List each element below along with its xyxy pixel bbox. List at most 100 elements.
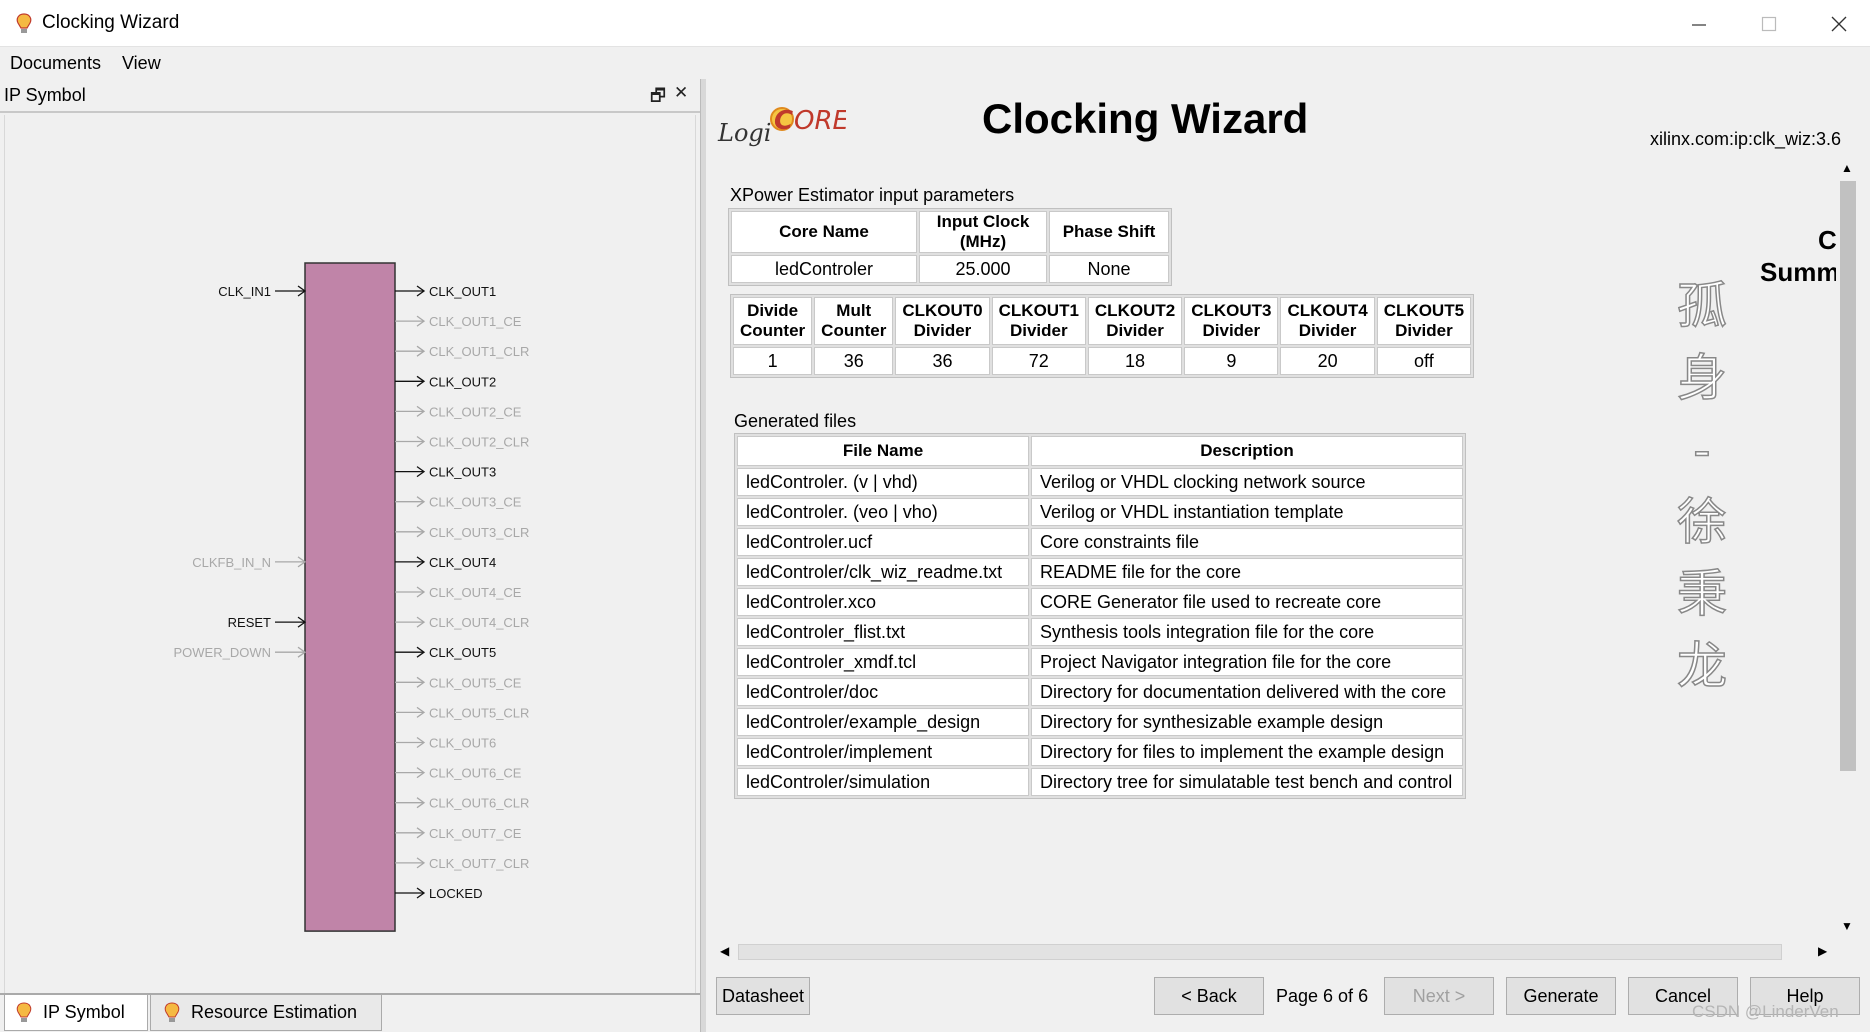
scroll-thumb[interactable] — [1840, 181, 1856, 771]
horizontal-scrollbar[interactable]: ◀ ▶ — [716, 941, 1834, 963]
menu-bar: Documents View — [0, 47, 1870, 79]
table-cell: 1 — [733, 347, 813, 375]
vertical-char: - — [1693, 420, 1711, 480]
file-name-cell: ledControler_xmdf.tcl — [737, 648, 1029, 676]
page-title: Clocking Wizard — [982, 95, 1309, 142]
output-pin-label: CLK_OUT3_CLR — [429, 525, 529, 540]
minimize-button[interactable] — [1664, 0, 1734, 47]
back-button[interactable]: < Back — [1154, 977, 1264, 1015]
table-cell: 9 — [1184, 347, 1279, 375]
scroll-left-arrow-icon[interactable]: ◀ — [720, 944, 729, 958]
scroll-right-arrow-icon[interactable]: ▶ — [1818, 944, 1827, 958]
table-row: ledControler/doc Directory for documentat… — [737, 678, 1463, 706]
dividers-table: Divide Counter Mult Counter CLKOUT0 Divider… — [730, 294, 1475, 378]
generated-files-table: File Name Description ledControler. (v |… — [734, 433, 1466, 799]
file-name-cell: ledControler. (veo | vho) — [737, 498, 1029, 526]
summary-heading-c: C — [1818, 225, 1836, 255]
ip-symbol-canvas: CLK_OUT1 CLK_OUT1_CE CLK_OUT1_CLR CLK_OUT2 C… — [4, 115, 696, 995]
table-cell: None — [1049, 255, 1169, 283]
table-cell: 36 — [895, 347, 990, 375]
generate-button[interactable]: Generate — [1506, 977, 1616, 1015]
tab-label: IP Symbol — [43, 1002, 125, 1022]
table-row: ledControler_flist.txt Synthesis tools in… — [737, 618, 1463, 646]
logicore-logo: Logi C ORE — [717, 106, 846, 147]
app-lightbulb-icon — [16, 13, 32, 33]
hscroll-thumb[interactable] — [738, 944, 1782, 960]
table-header: CLKOUT1 Divider — [991, 297, 1086, 345]
tab-resource-estimation[interactable]: Resource Estimation — [150, 995, 382, 1031]
output-pin-label: CLK_OUT4 — [429, 555, 496, 570]
generated-files-label: Generated files — [734, 411, 857, 431]
output-pin-label: CLK_OUT4_CLR — [429, 615, 529, 630]
datasheet-button[interactable]: Datasheet — [716, 977, 810, 1015]
float-panel-icon[interactable]: 🗗 — [650, 83, 666, 112]
window-title: Clocking Wizard — [42, 12, 180, 33]
maximize-button[interactable] — [1734, 0, 1804, 47]
file-name-cell: ledControler.ucf — [737, 528, 1029, 556]
table-cell: 72 — [991, 347, 1086, 375]
file-description-cell: Directory tree for simulatable test benc… — [1031, 768, 1463, 796]
output-pin-label: CLK_OUT5_CE — [429, 675, 522, 690]
summary-heading-summ: Summ — [1760, 257, 1836, 287]
table-header: Phase Shift — [1049, 211, 1169, 253]
table-cell: off — [1376, 347, 1472, 375]
title-bar: Clocking Wizard — [0, 0, 1870, 47]
close-icon — [1831, 16, 1847, 31]
csdn-watermark: CSDN @LinderVen — [1692, 1002, 1839, 1021]
table-row: ledControler/example_design Directory for… — [737, 708, 1463, 736]
tab-ip-symbol[interactable]: IP Symbol — [4, 995, 148, 1031]
file-name-cell: ledControler/clk_wiz_readme.txt — [737, 558, 1029, 586]
panel-title: IP Symbol — [4, 85, 86, 105]
table-header: Mult Counter — [814, 297, 894, 345]
table-header: Core Name — [731, 211, 917, 253]
vertical-char: 秉 — [1676, 564, 1728, 624]
lightbulb-icon — [16, 1001, 32, 1022]
scroll-up-arrow-icon[interactable]: ▲ — [1841, 161, 1853, 175]
panel-header: IP Symbol 🗗 ✕ — [0, 79, 700, 113]
vertical-char: 孤 — [1676, 276, 1728, 336]
table-header: Input Clock (MHz) — [919, 211, 1047, 253]
output-pin-label: CLK_OUT1 — [429, 284, 496, 299]
output-pin-label: CLK_OUT6 — [429, 736, 496, 751]
lightbulb-icon — [164, 1001, 180, 1022]
summary-content: XPower Estimator input parameters Core N… — [706, 169, 1836, 939]
table-row: ledControler/simulation Directory tree fo… — [737, 768, 1463, 796]
file-name-cell: ledControler. (v | vhd) — [737, 468, 1029, 496]
menu-view[interactable]: View — [122, 53, 161, 74]
svg-text:C: C — [774, 106, 793, 136]
file-name-cell: ledControler/simulation — [737, 768, 1029, 796]
table-cell: 18 — [1087, 347, 1183, 375]
close-panel-icon[interactable]: ✕ — [674, 83, 688, 103]
minimize-icon — [1692, 23, 1706, 26]
table-row: ledControler_xmdf.tcl Project Navigator i… — [737, 648, 1463, 676]
file-description-cell: Verilog or VHDL clocking network source — [1031, 468, 1463, 496]
close-button[interactable] — [1804, 0, 1870, 47]
output-pin-label: CLK_OUT2_CLR — [429, 435, 529, 450]
next-button[interactable]: Next > — [1384, 977, 1494, 1015]
xpower-table: Core Name Input Clock (MHz) Phase Shift … — [728, 208, 1172, 286]
table-header: File Name — [737, 436, 1029, 466]
output-pin-label: CLK_OUT5_CLR — [429, 705, 529, 720]
file-description-cell: Core constraints file — [1031, 528, 1463, 556]
menu-documents[interactable]: Documents — [10, 53, 101, 74]
tab-label: Resource Estimation — [191, 1002, 358, 1022]
file-name-cell: ledControler_flist.txt — [737, 618, 1029, 646]
ip-symbol-panel: IP Symbol 🗗 ✕ CLK_OUT1 CLK_OUT1_CE CLK_OUT… — [0, 79, 700, 1032]
table-header: CLKOUT2 Divider — [1087, 297, 1183, 345]
output-pin-label: CLK_OUT7_CLR — [429, 856, 529, 871]
output-pin-label: CLK_OUT2 — [429, 374, 496, 389]
output-pin-label: CLK_OUT3_CE — [429, 495, 522, 510]
file-description-cell: Directory for synthesizable example desi… — [1031, 708, 1463, 736]
ip-symbol-diagram: CLK_OUT1 CLK_OUT1_CE CLK_OUT1_CLR CLK_OUT2 C… — [174, 262, 529, 932]
output-pin-label: CLK_OUT2_CE — [429, 404, 522, 419]
vertical-char: 龙 — [1676, 636, 1728, 696]
vertical-scrollbar[interactable]: ▲ ▼ — [1836, 161, 1860, 935]
vertical-watermark-text: 孤身 - 徐秉龙 — [1672, 270, 1732, 702]
table-cell: ledControler — [731, 255, 917, 283]
file-name-cell: ledControler/implement — [737, 738, 1029, 766]
table-row: ledControler. (v | vhd) Verilog or VHDL c… — [737, 468, 1463, 496]
logo-text: Logi — [717, 119, 771, 147]
file-name-cell: ledControler/doc — [737, 678, 1029, 706]
scroll-down-arrow-icon[interactable]: ▼ — [1841, 919, 1853, 933]
table-cell: 20 — [1280, 347, 1375, 375]
